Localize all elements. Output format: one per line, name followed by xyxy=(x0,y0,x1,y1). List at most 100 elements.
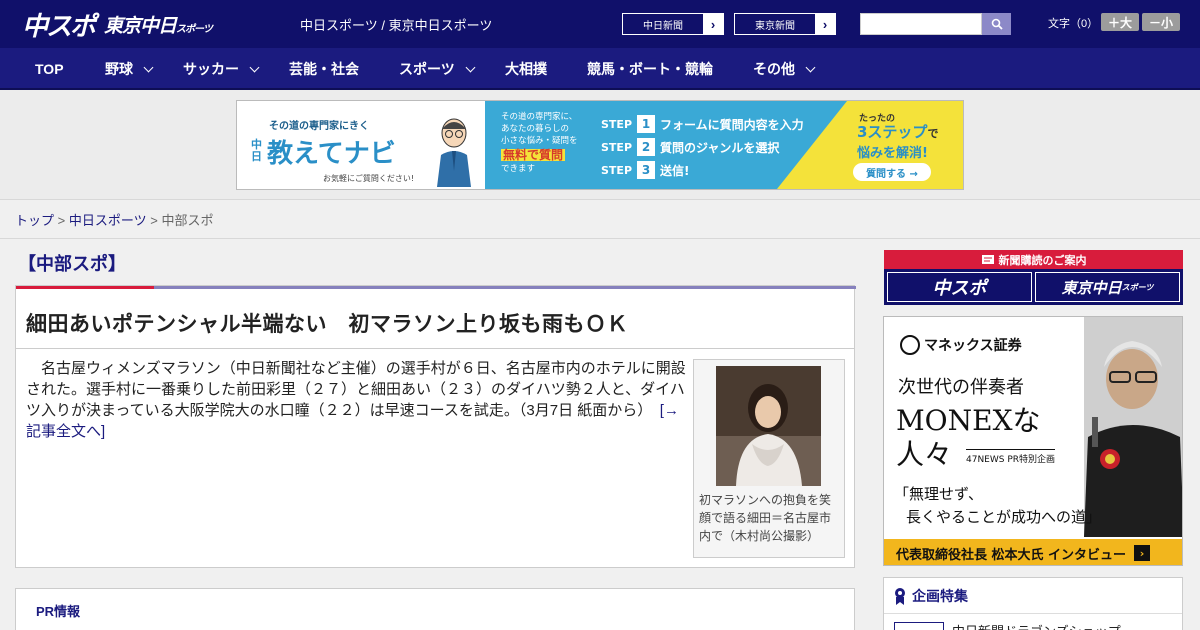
step-text: 質問のジャンルを選択 xyxy=(660,140,780,155)
nav-item-top[interactable]: TOP xyxy=(35,48,64,90)
logo-tokyo-small: スポーツ xyxy=(176,23,213,35)
ribbon-icon xyxy=(895,588,905,605)
ad-three-steps-suffix: で xyxy=(927,127,939,140)
ext-link-label: 中日新聞 xyxy=(643,20,683,32)
photo-caption: 初マラソンへの抱負を笑顔で語る細田＝名古屋市内で（木村尚公撮影） xyxy=(699,493,832,543)
breadcrumb-chunichi-sports[interactable]: 中日スポーツ xyxy=(69,213,147,228)
nav-item-label: TOP xyxy=(35,61,64,77)
subscription-heading: 新聞購読のご案内 xyxy=(884,250,1183,269)
pr-section: PR情報 xyxy=(15,588,855,630)
nav-item-label: 芸能・社会 xyxy=(289,61,359,77)
ad-step-1: STEP 1 フォームに質問内容を入力 xyxy=(601,115,804,133)
ad-banner-zone: その道の専門家にきく 中日 教えてナビ お気軽にご質問ください! その道の専門家に… xyxy=(0,90,1200,200)
ad-step-3: STEP 3 送信! xyxy=(601,161,690,179)
ext-link-label: 東京新聞 xyxy=(755,20,795,32)
nav-item-soccer[interactable]: サッカー xyxy=(183,48,260,90)
nav-item-sports[interactable]: スポーツ xyxy=(399,48,476,90)
feature-thumbnail[interactable] xyxy=(894,622,944,630)
ad-left-panel: その道の専門家にきく 中日 教えてナビ お気軽にご質問ください! xyxy=(237,101,485,189)
site-header: 中スポ 東京中日スポーツ 中日スポーツ / 東京中日スポーツ 中日新聞 › 東京… xyxy=(0,0,1200,48)
feature-box: 企画特集 中日新聞ドラゴンズショップ xyxy=(883,577,1183,630)
subscribe-chuspo-button[interactable]: 中スポ xyxy=(887,272,1032,302)
site-logo[interactable]: 中スポ 東京中日スポーツ xyxy=(22,6,213,43)
nav-item-label: サッカー xyxy=(183,61,239,77)
nav-item-sumo[interactable]: 大相撲 xyxy=(505,48,547,90)
divider xyxy=(16,348,854,349)
font-larger-button[interactable]: ＋大 xyxy=(1101,13,1139,31)
nav-item-label: スポーツ xyxy=(399,61,455,77)
ad-desc-end: できます xyxy=(501,164,536,174)
monex-mark-icon xyxy=(900,335,920,355)
article-body: 名古屋ウィメンズマラソン（中日新聞社など主催）の選手村が６日、名古屋市内のホテル… xyxy=(26,358,686,442)
monex-interview-bar[interactable]: 代表取締役社長 松本大氏 インタビュー › xyxy=(884,539,1182,565)
oshiete-navi-ad[interactable]: その道の専門家にきく 中日 教えてナビ お気軽にご質問ください! その道の専門家に… xyxy=(236,100,964,190)
nav-item-racing[interactable]: 競馬・ボート・競輪 xyxy=(587,48,713,90)
ad-desc-line: あなたの暮らしの xyxy=(501,124,570,134)
runner-photo-icon xyxy=(716,366,821,486)
nav-item-baseball[interactable]: 野球 xyxy=(105,48,154,90)
feature-title: 企画特集 xyxy=(894,586,968,606)
search-icon xyxy=(991,18,1003,30)
monex-ad[interactable]: マネックス証券 次世代の伴奏者 MONEXな 人々 47NEWS PR特別企画 … xyxy=(883,316,1183,566)
feature-item-link[interactable]: 中日新聞ドラゴンズショップ xyxy=(952,621,1121,630)
chunichi-shimbun-link[interactable]: 中日新聞 › xyxy=(622,13,724,35)
ad-three-steps: 3ステップ xyxy=(857,123,928,141)
newspaper-icon xyxy=(981,255,994,264)
logo-chuspo[interactable]: 中スポ xyxy=(22,6,96,43)
ad-brand: 中日 教えてナビ xyxy=(251,133,396,170)
divider xyxy=(0,238,1200,239)
ad-ask-button[interactable]: 質問する → xyxy=(853,163,931,181)
step-text: 送信! xyxy=(660,163,690,178)
monex-logo-text: マネックス証券 xyxy=(924,338,1022,354)
search-button[interactable] xyxy=(982,13,1011,35)
nav-item-entertainment[interactable]: 芸能・社会 xyxy=(289,48,359,90)
breadcrumb-top[interactable]: トップ xyxy=(15,213,54,228)
ad-brand-prefix: 中日 xyxy=(251,138,262,163)
ad-solve: 悩みを解消! xyxy=(857,146,928,161)
chevron-down-icon xyxy=(249,62,260,72)
ad-tagline: その道の専門家にきく xyxy=(269,121,369,132)
tokyo-shimbun-link[interactable]: 東京新聞 › xyxy=(734,13,836,35)
ad-description: その道の専門家に、 あなたの暮らしの 小さな悩み・疑問を 無料で質問 できます xyxy=(501,111,593,175)
ad-desc-line: 小さな悩み・疑問を xyxy=(501,136,578,146)
step-word: STEP xyxy=(601,117,633,131)
step-number: 3 xyxy=(637,161,656,179)
monex-line-1: 次世代の伴奏者 xyxy=(898,377,1024,398)
divider xyxy=(884,613,1182,614)
ad-note: お気軽にご質問ください! xyxy=(323,174,415,183)
feature-title-text: 企画特集 xyxy=(912,588,968,604)
monex-logo: マネックス証券 xyxy=(900,335,1022,355)
monex-tag: 47NEWS PR特別企画 xyxy=(966,449,1056,465)
pr-title: PR情報 xyxy=(36,604,81,619)
step-text: フォームに質問内容を入力 xyxy=(660,117,804,132)
font-smaller-button[interactable]: －小 xyxy=(1142,13,1180,31)
ad-step-2: STEP 2 質問のジャンルを選択 xyxy=(601,138,779,156)
section-title: 【中部スポ】 xyxy=(18,254,126,274)
nav-item-label: その他 xyxy=(753,61,795,77)
article-headline[interactable]: 細田あいポテンシャル半端ない 初マラソン上り坂も雨もＯＫ xyxy=(26,308,628,338)
step-number: 1 xyxy=(637,115,656,133)
chevron-down-icon xyxy=(805,62,816,72)
search-input[interactable] xyxy=(860,13,982,35)
subscribe-tokyo-chunichi-button[interactable]: 東京中日 スポーツ xyxy=(1035,272,1180,302)
chevron-right-icon: › xyxy=(703,14,723,34)
step-number: 2 xyxy=(637,138,656,156)
site-title: 中日スポーツ / 東京中日スポーツ xyxy=(300,18,493,33)
subscribe-tokyo-label: 東京中日 xyxy=(1061,278,1122,297)
subscribe-tokyo-small: スポーツ xyxy=(1121,282,1154,292)
chevron-down-icon xyxy=(143,62,154,72)
article-card: 細田あいポテンシャル半端ない 初マラソン上り坂も雨もＯＫ 名古屋ウィメンズマラソ… xyxy=(15,285,856,568)
article-photo[interactable] xyxy=(716,366,821,486)
ad-brand-text: 教えてナビ xyxy=(267,139,396,169)
monex-quote-line: 「無理せず、 xyxy=(894,485,983,503)
breadcrumb-separator: > xyxy=(57,213,66,228)
step-word: STEP xyxy=(601,163,633,177)
nav-item-others[interactable]: その他 xyxy=(753,48,816,90)
nav-item-label: 野球 xyxy=(105,61,133,77)
subscription-heading-text: 新聞購読のご案内 xyxy=(998,253,1087,267)
logo-tokyo-chunichi[interactable]: 東京中日スポーツ xyxy=(104,11,213,38)
monex-quote: 「無理せず、 長くやることが成功への道」 xyxy=(894,483,1101,529)
article-body-text: 名古屋ウィメンズマラソン（中日新聞社など主催）の選手村が６日、名古屋市内のホテル… xyxy=(26,360,686,419)
ad-desc-line: その道の専門家に、 xyxy=(501,112,578,122)
advisor-illustration-icon xyxy=(437,118,471,187)
